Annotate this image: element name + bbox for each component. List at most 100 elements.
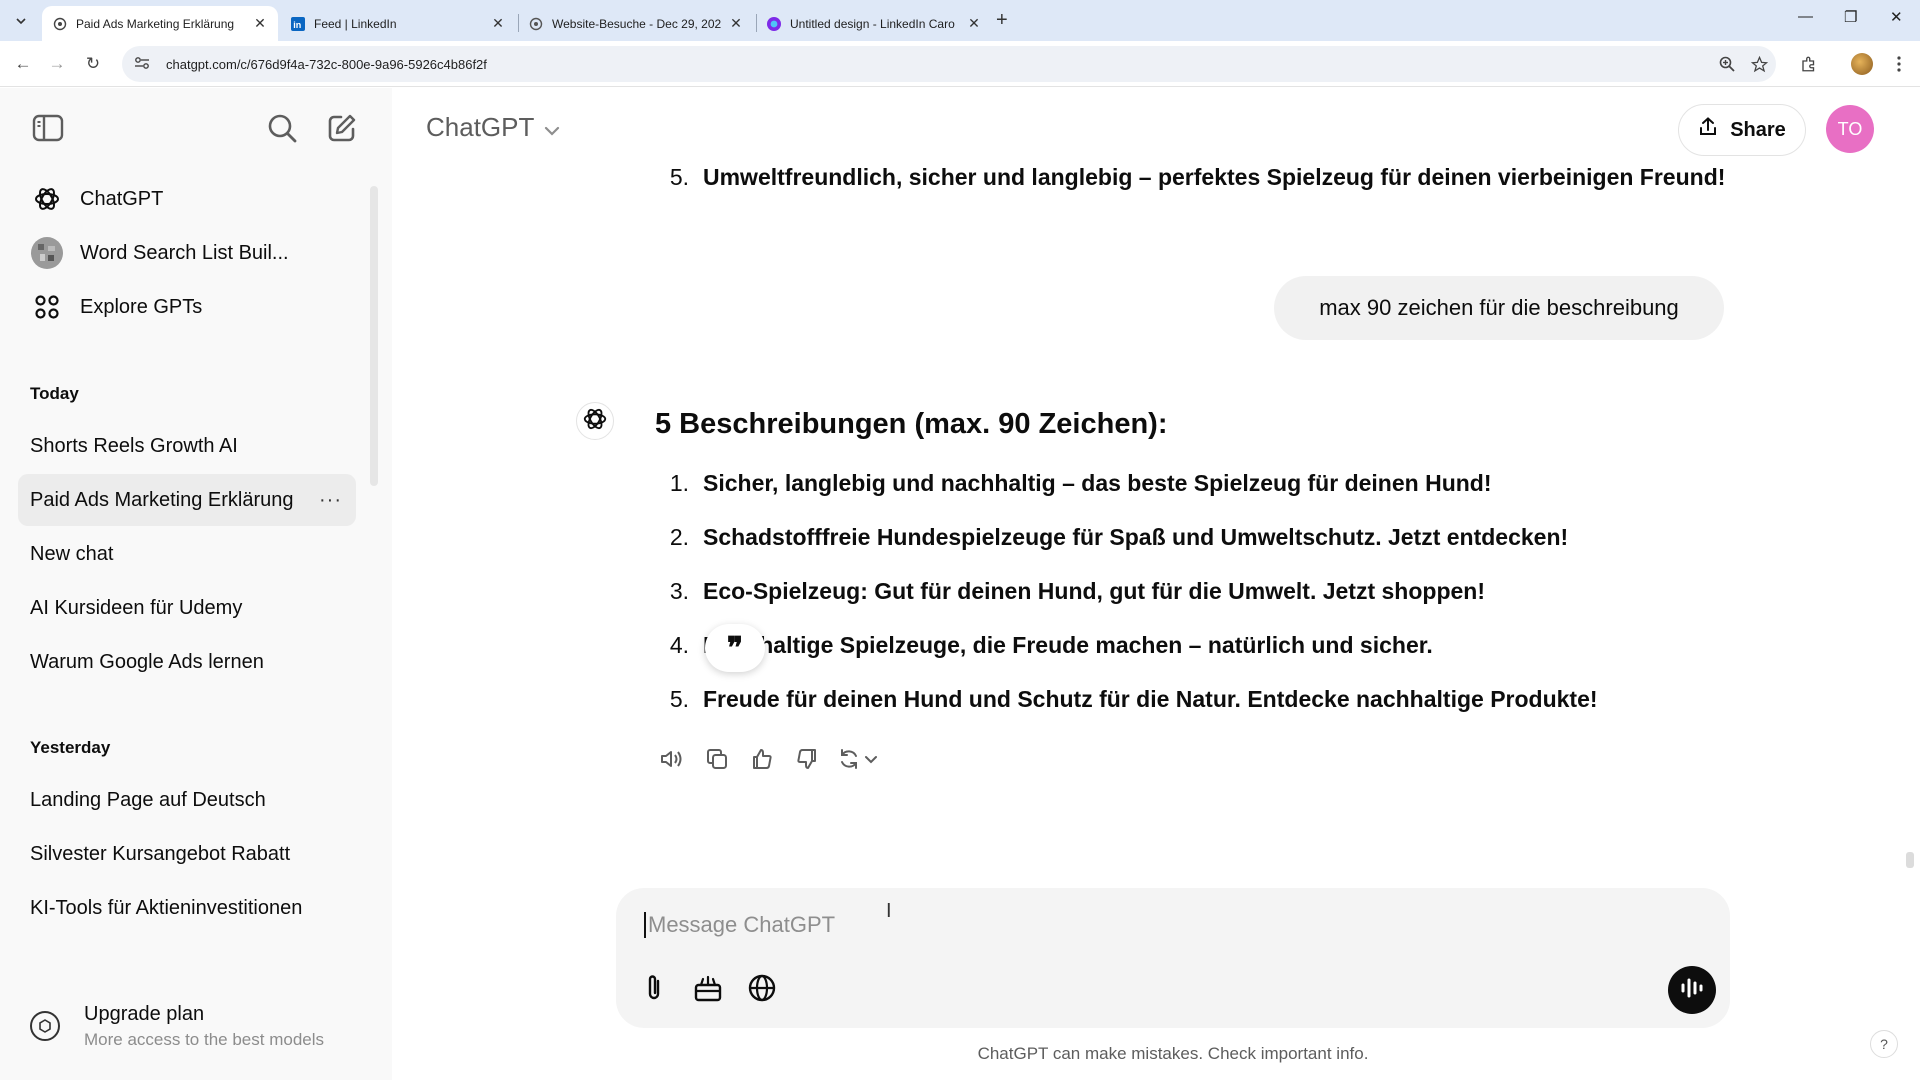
section-heading-today: Today — [30, 384, 79, 403]
sidebar-chat-item-active[interactable]: Paid Ads Marketing Erklärung ··· — [18, 474, 356, 526]
sidebar-item-explore-gpts[interactable]: Explore GPTs — [18, 282, 356, 332]
bookmark-star-icon[interactable] — [1748, 53, 1770, 75]
reload-icon[interactable]: ↻ — [82, 53, 104, 75]
globe-icon[interactable] — [746, 972, 778, 1004]
browser-tab[interactable]: Website-Besuche - Dec 29, 202 ✕ — [518, 6, 754, 41]
back-icon[interactable]: ← — [12, 53, 34, 75]
list-text: Schadstofffreie Hundespielzeuge für Spaß… — [703, 524, 1569, 550]
list-text: Nachhaltige Spielzeuge, die Freude mache… — [703, 632, 1433, 658]
new-chat-icon[interactable] — [324, 110, 360, 146]
upgrade-subtitle: More access to the best models — [84, 1029, 325, 1049]
sidebar-item-label: Word Search List Buil... — [80, 241, 289, 264]
gpt-avatar-icon — [30, 236, 64, 270]
share-button[interactable]: Share — [1678, 104, 1806, 156]
openai-logo-icon — [582, 406, 608, 437]
url-field[interactable]: chatgpt.com/c/676d9f4a-732c-800e-9a96-59… — [122, 46, 1776, 82]
copy-icon[interactable] — [702, 746, 732, 772]
window-close-icon[interactable]: ✕ — [1890, 8, 1903, 26]
browser-menu-icon[interactable] — [1888, 53, 1910, 75]
site-info-icon[interactable] — [134, 56, 154, 73]
voice-mode-button[interactable] — [1668, 966, 1716, 1014]
zoom-icon[interactable] — [1716, 53, 1738, 75]
list-item: 1. Sicher, langlebig und nachhaltig – da… — [656, 470, 1492, 497]
message-input[interactable]: Message ChatGPT — [644, 912, 835, 938]
close-tab-icon[interactable]: ✕ — [728, 15, 744, 32]
sidebar-item-label: Explore GPTs — [80, 295, 203, 318]
waveform-icon — [1680, 977, 1704, 1004]
upgrade-icon — [30, 1011, 60, 1041]
list-number: 5. — [669, 164, 689, 190]
attach-icon[interactable] — [638, 972, 670, 1004]
thumbs-up-icon[interactable] — [747, 746, 777, 772]
sidebar-item-word-search[interactable]: Word Search List Buil... — [18, 228, 356, 278]
list-number: 2. — [669, 524, 689, 550]
openai-logo-icon — [30, 182, 64, 216]
tab-search-icon[interactable] — [10, 10, 32, 32]
list-item: 2. Schadstofffreie Hundespielzeuge für S… — [656, 524, 1568, 551]
tab-title: Feed | LinkedIn — [314, 16, 397, 31]
assistant-avatar — [576, 402, 614, 440]
close-tab-icon[interactable]: ✕ — [966, 15, 982, 32]
tab-title: Untitled design - LinkedIn Caro — [790, 16, 955, 31]
tab-title: Paid Ads Marketing Erklärung — [76, 16, 235, 31]
message-composer[interactable]: Message ChatGPT — [616, 888, 1730, 1028]
list-number: 4. — [669, 632, 689, 658]
grid-icon — [30, 290, 64, 324]
sidebar-scrollbar[interactable] — [370, 186, 378, 486]
list-text: Sicher, langlebig und nachhaltig – das b… — [703, 470, 1492, 496]
list-number: 5. — [669, 686, 689, 712]
sidebar-chat-item[interactable]: Warum Google Ads lernen — [18, 636, 356, 688]
list-number: 1. — [669, 470, 689, 496]
list-item: 4. Nachhaltige Spielzeuge, die Freude ma… — [656, 632, 1433, 659]
sidebar-chat-item[interactable]: New chat — [18, 528, 356, 580]
list-text: Eco-Spielzeug: Gut für deinen Hund, gut … — [703, 578, 1485, 604]
help-button[interactable]: ? — [1870, 1030, 1898, 1058]
minimize-icon[interactable]: — — [1798, 8, 1813, 25]
svg-text:in: in — [293, 20, 301, 30]
sidebar-item-label: ChatGPT — [80, 187, 164, 210]
sidebar-chat-item[interactable]: KI-Tools für Aktieninvestitionen — [18, 882, 356, 934]
list-item: 5. Freude für deinen Hund und Schutz für… — [656, 686, 1598, 713]
tools-icon[interactable] — [692, 972, 724, 1004]
list-text: Freude für deinen Hund und Schutz für di… — [703, 686, 1598, 712]
browser-tab[interactable]: Paid Ads Marketing Erklärung ✕ — [42, 6, 278, 41]
text-cursor-icon: I — [886, 900, 892, 922]
response-heading: 5 Beschreibungen (max. 90 Zeichen): — [655, 408, 1168, 440]
list-text: Umweltfreundlich, sicher und langlebig –… — [703, 164, 1726, 190]
close-tab-icon[interactable]: ✕ — [490, 15, 506, 32]
thumbs-down-icon[interactable] — [792, 746, 822, 772]
browser-profile-avatar[interactable] — [1851, 53, 1873, 75]
main-scrollbar[interactable] — [1906, 852, 1914, 868]
new-tab-icon[interactable]: + — [996, 9, 1008, 32]
user-message: max 90 zeichen für die beschreibung — [1274, 276, 1724, 340]
search-icon[interactable] — [264, 110, 300, 146]
regenerate-icon[interactable] — [836, 746, 886, 772]
sidebar-chat-item[interactable]: AI Kursideen für Udemy — [18, 582, 356, 634]
sidebar-chat-item[interactable]: Silvester Kursangebot Rabatt — [18, 828, 356, 880]
forward-icon[interactable]: → — [46, 53, 68, 75]
avatar[interactable]: TO — [1826, 105, 1874, 153]
upgrade-plan-button[interactable]: Upgrade plan More access to the best mod… — [30, 996, 360, 1056]
tab-title: Website-Besuche - Dec 29, 202 — [552, 16, 722, 31]
sidebar-chat-item[interactable]: Landing Page auf Deutsch — [18, 774, 356, 826]
model-selector[interactable]: ChatGPT — [426, 112, 560, 143]
analytics-favicon-icon — [528, 16, 544, 32]
quote-reply-button[interactable]: ❞ — [705, 624, 765, 672]
restore-icon[interactable]: ❐ — [1844, 8, 1857, 26]
chat-options-icon[interactable]: ··· — [319, 489, 342, 512]
canva-favicon-icon — [766, 16, 782, 32]
share-label: Share — [1730, 118, 1786, 141]
read-aloud-icon[interactable] — [657, 746, 687, 772]
section-heading-yesterday: Yesterday — [30, 738, 111, 757]
extensions-icon[interactable] — [1798, 53, 1820, 75]
share-icon — [1698, 117, 1718, 143]
close-tab-icon[interactable]: ✕ — [252, 15, 268, 32]
browser-tab[interactable]: Untitled design - LinkedIn Caro ✕ — [756, 6, 992, 41]
list-item: 3. Eco-Spielzeug: Gut für deinen Hund, g… — [656, 578, 1485, 605]
linkedin-favicon-icon: in — [290, 16, 306, 32]
sidebar-chat-item[interactable]: Shorts Reels Growth AI — [18, 420, 356, 472]
list-number: 3. — [669, 578, 689, 604]
toggle-sidebar-icon[interactable] — [30, 110, 66, 146]
browser-tab[interactable]: in Feed | LinkedIn ✕ — [280, 6, 516, 41]
sidebar-item-chatgpt[interactable]: ChatGPT — [18, 174, 356, 224]
